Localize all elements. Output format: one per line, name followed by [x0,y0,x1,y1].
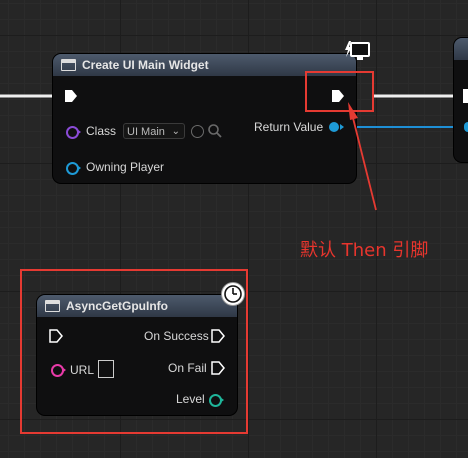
annotation-arrow [348,102,377,211]
chevron-down-icon: ⌄ [171,126,180,137]
browse-icon[interactable] [191,125,204,138]
monitor-icon [345,41,370,60]
return-value-pin[interactable] [329,122,339,132]
return-value-label: Return Value [254,120,324,134]
node-title: Create UI Main Widget [82,58,209,72]
function-icon [61,59,76,71]
class-dropdown-value: UI Main [127,126,165,138]
exec-pin[interactable] [462,88,468,104]
pin-arrow-icon [77,165,81,171]
class-dropdown[interactable]: UI Main ⌄ [123,123,185,139]
annotation-text: 默认 Then 引脚 [300,240,429,261]
class-label: Class [86,124,117,138]
exec-in-pin[interactable] [64,89,78,103]
highlight-box-async [20,269,248,434]
pin-arrow-icon [77,129,81,135]
search-icon[interactable] [207,123,223,139]
object-pin[interactable] [464,122,468,132]
owning-player-label: Owning Player [86,160,165,174]
